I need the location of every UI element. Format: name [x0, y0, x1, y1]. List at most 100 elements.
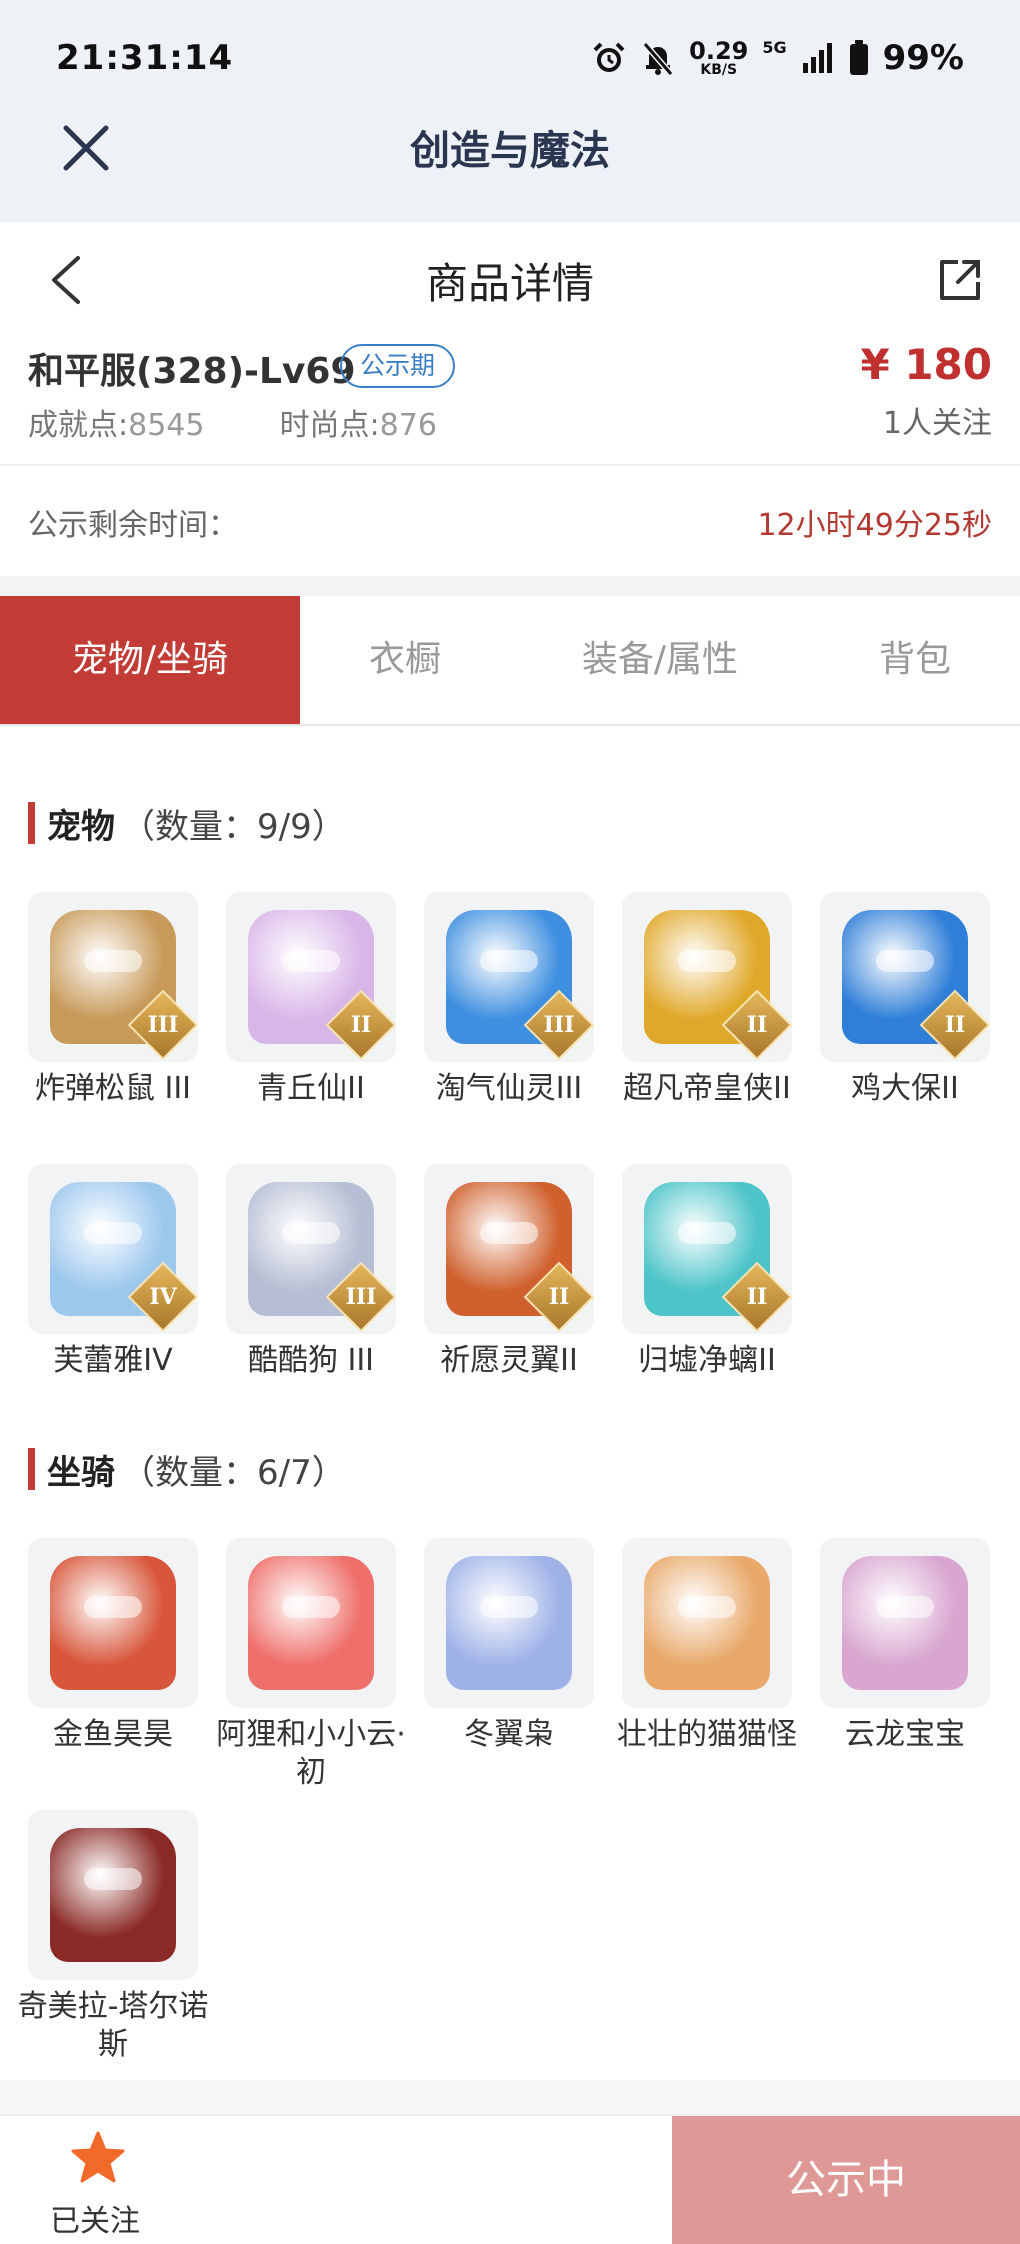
product-name: 和平服(328)-Lv69 [28, 351, 356, 392]
star-icon [71, 2131, 125, 2183]
fashion-value: 876 [379, 408, 437, 443]
grade-label: III [147, 1012, 179, 1038]
fashion-label: 时尚点: [279, 408, 380, 443]
bottom-spacer [0, 2080, 1020, 2114]
pets-section-title: 宠物 （数量：9/9） [28, 800, 346, 847]
mounts-count: （数量：6/7） [121, 1452, 346, 1493]
price: ¥ 180 [860, 340, 992, 389]
pet-item[interactable]: III 淘气仙灵III [424, 892, 594, 1108]
status-icons: 0.29 KB/S 5G 99% [591, 36, 964, 80]
section-marker [28, 1448, 35, 1490]
pet-thumbnail: III [226, 1164, 396, 1334]
pet-name: 超凡帝皇侠II [623, 1071, 791, 1106]
pet-item[interactable]: III 酷酷狗 III [226, 1164, 396, 1380]
grade-label: III [543, 1012, 575, 1038]
grade-label: II [548, 1284, 570, 1310]
mount-item[interactable]: 阿狸和小小云·初 [216, 1538, 406, 1792]
countdown-label: 公示剩余时间： [28, 508, 238, 543]
share-icon[interactable] [936, 256, 984, 304]
pet-thumbnail: II [622, 892, 792, 1062]
countdown-row: 公示剩余时间： 12小时49分25秒 [0, 466, 1020, 576]
pet-thumbnail: II [820, 892, 990, 1062]
mount-thumbnail [28, 1538, 198, 1708]
mount-item[interactable]: 云龙宝宝 [820, 1538, 990, 1754]
mounts-title: 坐骑 [47, 1452, 115, 1493]
pet-item[interactable]: III 炸弹松鼠 III [28, 892, 198, 1108]
mount-name: 壮壮的猫猫怪 [617, 1717, 797, 1752]
pet-name: 归墟净螭II [638, 1343, 776, 1378]
network-speed: 0.29 KB/S [689, 37, 749, 78]
pet-item[interactable]: II 青丘仙II [226, 892, 396, 1108]
status-badge: 公示期 [340, 344, 456, 388]
countdown-value: 12小时49分25秒 [757, 508, 992, 543]
pet-thumbnail: II [226, 892, 396, 1062]
bottom-bar: 已关注 公示中 [0, 2114, 1020, 2244]
product-stats: 成就点:8545 时尚点:876 [28, 400, 437, 444]
mount-item[interactable]: 金鱼昊昊 [28, 1538, 198, 1754]
grade-label: III [345, 1284, 377, 1310]
pet-name: 酷酷狗 III [247, 1343, 375, 1378]
mount-image [248, 1556, 374, 1690]
pet-name: 芙蕾雅IV [53, 1343, 173, 1378]
pet-thumbnail: III [424, 892, 594, 1062]
mount-name: 阿狸和小小云·初 [216, 1717, 406, 1790]
page-header: 商品详情 [0, 222, 1020, 334]
app-title: 创造与魔法 [410, 128, 610, 174]
mount-name: 云龙宝宝 [845, 1717, 965, 1752]
mount-image [50, 1828, 176, 1962]
follower-count: 1人关注 [882, 406, 992, 441]
pet-item[interactable]: II 祈愿灵翼II [424, 1164, 594, 1380]
grade-label: II [944, 1012, 966, 1038]
pet-name: 鸡大保II [851, 1071, 959, 1106]
mount-item[interactable]: 壮壮的猫猫怪 [617, 1538, 797, 1754]
achievement-value: 8545 [128, 408, 205, 443]
pet-item[interactable]: II 超凡帝皇侠II [622, 892, 792, 1108]
tab-wardrobe[interactable]: 衣橱 [300, 596, 510, 724]
grade-label: II [350, 1012, 372, 1038]
mount-thumbnail [424, 1538, 594, 1708]
pet-name: 祈愿灵翼II [440, 1343, 578, 1378]
pet-thumbnail: IV [28, 1164, 198, 1334]
mount-name: 奇美拉-塔尔诺斯 [17, 1989, 209, 2062]
pet-item[interactable]: IV 芙蕾雅IV [28, 1164, 198, 1380]
app-header: 21:31:14 0.29 KB/S 5G 99% 创造与魔法 [0, 0, 1020, 222]
battery-icon [849, 40, 868, 75]
mount-thumbnail [622, 1538, 792, 1708]
pets-title: 宠物 [47, 806, 115, 847]
tab-backpack[interactable]: 背包 [810, 596, 1020, 724]
pet-name: 青丘仙II [257, 1071, 365, 1106]
mount-item[interactable]: 冬翼枭 [424, 1538, 594, 1754]
pet-item[interactable]: II 鸡大保II [820, 892, 990, 1108]
pet-item[interactable]: II 归墟净螭II [622, 1164, 792, 1380]
mount-thumbnail [28, 1810, 198, 1980]
mount-item[interactable]: 奇美拉-塔尔诺斯 [18, 1810, 208, 2064]
pets-count: （数量：9/9） [121, 806, 346, 847]
mounts-section-title: 坐骑 （数量：6/7） [28, 1446, 346, 1493]
follow-button[interactable]: 已关注 [0, 2116, 190, 2244]
mount-image [644, 1556, 770, 1690]
grade-label: IV [149, 1284, 177, 1310]
pet-thumbnail: II [424, 1164, 594, 1334]
tab-equipment[interactable]: 装备/属性 [510, 596, 810, 724]
grade-label: II [746, 1012, 768, 1038]
mute-icon [642, 42, 674, 76]
divider [0, 576, 1020, 596]
status-time: 21:31:14 [56, 38, 234, 78]
section-marker [28, 802, 35, 844]
public-status-button[interactable]: 公示中 [672, 2116, 1020, 2244]
alarm-icon [593, 42, 625, 72]
tab-bar: 宠物/坐骑 衣橱 装备/属性 背包 [0, 596, 1020, 726]
product-info: 和平服(328)-Lv69 公示期 成就点:8545 时尚点:876 ¥ 180… [0, 334, 1020, 466]
mount-image [446, 1556, 572, 1690]
pet-name: 炸弹松鼠 III [34, 1071, 192, 1106]
mount-thumbnail [820, 1538, 990, 1708]
pet-thumbnail: II [622, 1164, 792, 1334]
mount-name: 金鱼昊昊 [53, 1717, 173, 1752]
grade-label: II [746, 1284, 768, 1310]
signal-icon [802, 43, 832, 73]
mount-name: 冬翼枭 [464, 1717, 554, 1752]
pet-thumbnail: III [28, 892, 198, 1062]
tab-pets-mounts[interactable]: 宠物/坐骑 [0, 596, 300, 724]
follow-label: 已关注 [50, 2204, 140, 2239]
pet-name: 淘气仙灵III [435, 1071, 583, 1106]
